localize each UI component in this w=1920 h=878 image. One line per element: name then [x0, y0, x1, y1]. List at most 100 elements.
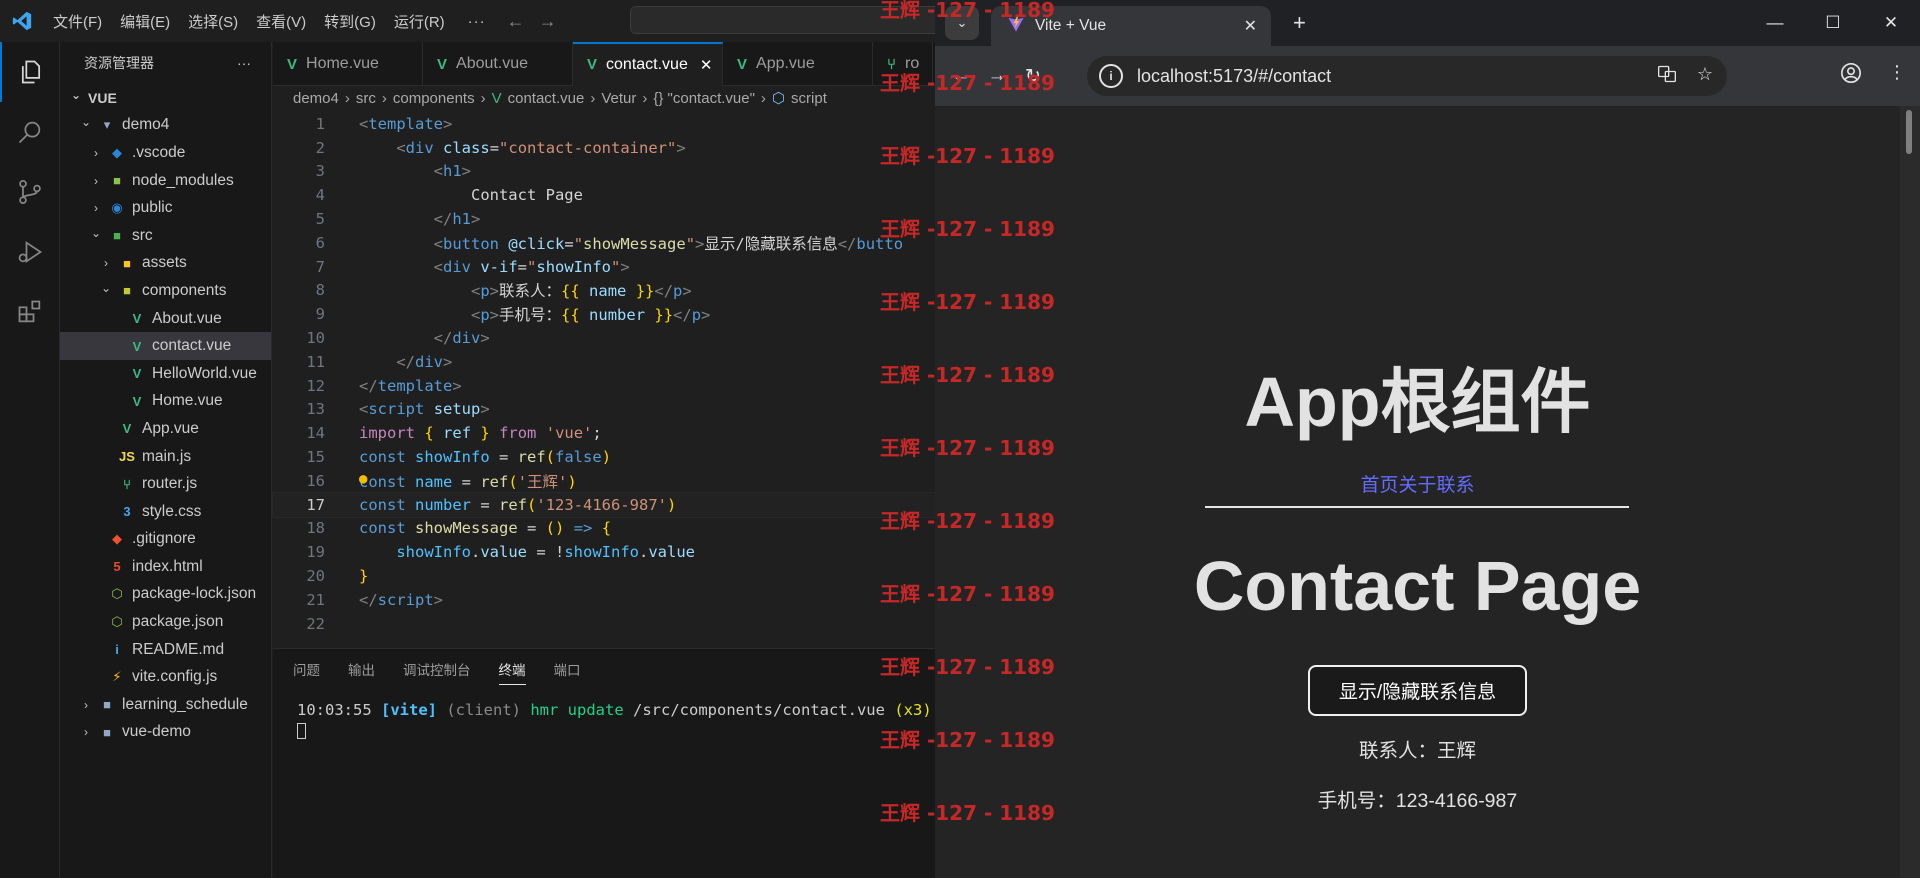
- close-window-button[interactable]: ✕: [1862, 0, 1920, 46]
- menu-more-button[interactable]: ···: [454, 13, 500, 30]
- code-line[interactable]: 19 showInfo.value = !showInfo.value: [273, 540, 935, 564]
- tab-close-icon[interactable]: ✕: [700, 56, 713, 74]
- nav-link[interactable]: 联系: [1437, 475, 1475, 496]
- tree-item[interactable]: V App.vue: [60, 415, 271, 443]
- tree-item[interactable]: V About.vue: [60, 305, 271, 333]
- code-line[interactable]: 3 <h1>: [273, 160, 935, 184]
- breadcrumb-item[interactable]: {} "contact.vue": [653, 90, 755, 107]
- code-line[interactable]: 9 <p>手机号：{{ number }}</p>: [273, 302, 935, 326]
- tree-item[interactable]: ⌄ VUE: [60, 84, 271, 112]
- menu-item[interactable]: 查看(V): [247, 11, 315, 32]
- code-line[interactable]: 20}: [273, 564, 935, 588]
- forward-arrow-icon[interactable]: →: [532, 11, 564, 32]
- code-line[interactable]: 18 const showMessage = () => {: [273, 517, 935, 541]
- code-line[interactable]: 13 <script setup>: [273, 398, 935, 422]
- code-editor[interactable]: 1 <template> 2 <div class="contact-contain…: [272, 112, 936, 636]
- tree-item[interactable]: ⌄ ■ components: [60, 277, 271, 305]
- tree-item[interactable]: › ■ assets: [60, 250, 271, 278]
- code-line[interactable]: 14 import { ref } from 'vue';: [273, 421, 935, 445]
- code-line[interactable]: 7 <div v-if="showInfo">: [273, 255, 935, 279]
- tree-item[interactable]: › ■ learning_schedule: [60, 691, 271, 719]
- bookmark-star-icon[interactable]: ☆: [1697, 64, 1713, 89]
- code-line[interactable]: 2 <div class="contact-container">: [273, 136, 935, 160]
- search-icon[interactable]: [0, 102, 60, 162]
- tree-item[interactable]: JS main.js: [60, 443, 271, 471]
- tree-item[interactable]: ◆ .gitignore: [60, 526, 271, 554]
- panel-tab[interactable]: 输出: [348, 659, 375, 679]
- code-line[interactable]: 4 Contact Page: [273, 183, 935, 207]
- breadcrumb-item[interactable]: contact.vue: [508, 90, 585, 107]
- code-line[interactable]: 5 </h1>: [273, 207, 935, 231]
- tree-item[interactable]: Vcontact.vue: [60, 332, 271, 360]
- panel-tab[interactable]: 终端: [498, 659, 526, 685]
- lightbulb-icon[interactable]: ●: [359, 471, 367, 487]
- minimize-button[interactable]: —: [1746, 0, 1804, 46]
- code-line[interactable]: 12 </template>: [273, 374, 935, 398]
- back-arrow-icon[interactable]: ←: [500, 11, 532, 32]
- menu-item[interactable]: 运行(R): [385, 11, 454, 32]
- tree-item[interactable]: › ◉ public: [60, 194, 271, 222]
- code-line[interactable]: 1 <template>: [273, 112, 935, 136]
- tree-item[interactable]: ⚡ vite.config.js: [60, 663, 271, 691]
- code-line[interactable]: 8 <p>联系人：{{ name }}</p>: [273, 279, 935, 303]
- source-control-icon[interactable]: [0, 162, 60, 222]
- code-line[interactable]: 22: [273, 612, 935, 636]
- explorer-icon[interactable]: [0, 42, 60, 102]
- extensions-icon[interactable]: [0, 282, 60, 342]
- tree-item[interactable]: V HelloWorld.vue: [60, 360, 271, 388]
- nav-link[interactable]: 首页: [1360, 475, 1398, 496]
- chrome-menu-icon[interactable]: ⋮: [1888, 62, 1906, 89]
- breadcrumb-item[interactable]: src: [356, 90, 376, 107]
- folder-src-icon: ■: [113, 228, 121, 244]
- editor-tab[interactable]: V Home.vue: [273, 42, 423, 86]
- code-line[interactable]: 21 </script>: [273, 588, 935, 612]
- code-line[interactable]: 15 const showInfo = ref(false): [273, 445, 935, 469]
- editor-tab[interactable]: V About.vue: [423, 42, 573, 86]
- tree-item[interactable]: ⌄ ▾ demo4: [60, 112, 271, 140]
- breadcrumb-item[interactable]: demo4: [293, 90, 339, 107]
- terminal[interactable]: 10:03:55 [vite] (client) hmr update /src…: [273, 689, 935, 743]
- tree-item[interactable]: V Home.vue: [60, 388, 271, 416]
- tree-item[interactable]: 3 style.css: [60, 498, 271, 526]
- url-text[interactable]: localhost:5173/#/contact: [1137, 66, 1331, 87]
- code-line[interactable]: 6 <button @click="showMessage">显示/隐藏联系信息…: [273, 231, 935, 255]
- explorer-more-button[interactable]: ···: [237, 55, 251, 71]
- code-line[interactable]: 17 const number = ref('123-4166-987'): [272, 491, 936, 518]
- editor-tab[interactable]: Vcontact.vue ✕: [573, 42, 723, 86]
- tree-item[interactable]: ⬡ package.json: [60, 608, 271, 636]
- panel-tab[interactable]: 端口: [554, 659, 581, 679]
- tree-item[interactable]: › ■ vue-demo: [60, 719, 271, 747]
- tree-item[interactable]: ⑂ router.js: [60, 470, 271, 498]
- chrome-tab-close-icon[interactable]: ✕: [1244, 16, 1257, 36]
- scroll-thumb[interactable]: [1906, 110, 1912, 154]
- run-debug-icon[interactable]: [0, 222, 60, 282]
- toggle-info-button[interactable]: 显示/隐藏联系信息: [1308, 665, 1527, 716]
- maximize-button[interactable]: ☐: [1804, 0, 1862, 46]
- menu-item[interactable]: 文件(F): [44, 11, 111, 32]
- page-scrollbar[interactable]: [1900, 106, 1920, 878]
- profile-icon[interactable]: [1840, 62, 1862, 89]
- new-tab-button[interactable]: +: [1293, 10, 1306, 36]
- breadcrumb-item[interactable]: script: [791, 90, 827, 107]
- panel-tab[interactable]: 调试控制台: [403, 659, 471, 679]
- site-info-icon[interactable]: i: [1099, 64, 1123, 88]
- translate-icon[interactable]: [1657, 64, 1677, 89]
- tree-item[interactable]: ⬡ package-lock.json: [60, 581, 271, 609]
- editor-tab[interactable]: V App.vue: [723, 42, 873, 86]
- breadcrumb-item[interactable]: components: [393, 90, 475, 107]
- tree-item[interactable]: › ■ node_modules: [60, 167, 271, 195]
- code-line[interactable]: 10 </div>: [273, 326, 935, 350]
- nav-link[interactable]: 关于: [1398, 475, 1436, 496]
- menu-item[interactable]: 编辑(E): [111, 11, 179, 32]
- panel-tab[interactable]: 问题: [293, 659, 320, 679]
- tree-item[interactable]: › ◆ .vscode: [60, 139, 271, 167]
- address-bar[interactable]: i localhost:5173/#/contact ☆: [1087, 56, 1727, 96]
- code-line[interactable]: 16 const name = ref('王辉') ●: [273, 469, 935, 493]
- code-line[interactable]: 11 </div>: [273, 350, 935, 374]
- menu-item[interactable]: 转到(G): [315, 11, 385, 32]
- tree-item[interactable]: i README.md: [60, 636, 271, 664]
- breadcrumb-item[interactable]: Vetur: [601, 90, 636, 107]
- tree-item[interactable]: ⌄ ■ src: [60, 222, 271, 250]
- menu-item[interactable]: 选择(S): [179, 11, 247, 32]
- tree-item[interactable]: 5 index.html: [60, 553, 271, 581]
